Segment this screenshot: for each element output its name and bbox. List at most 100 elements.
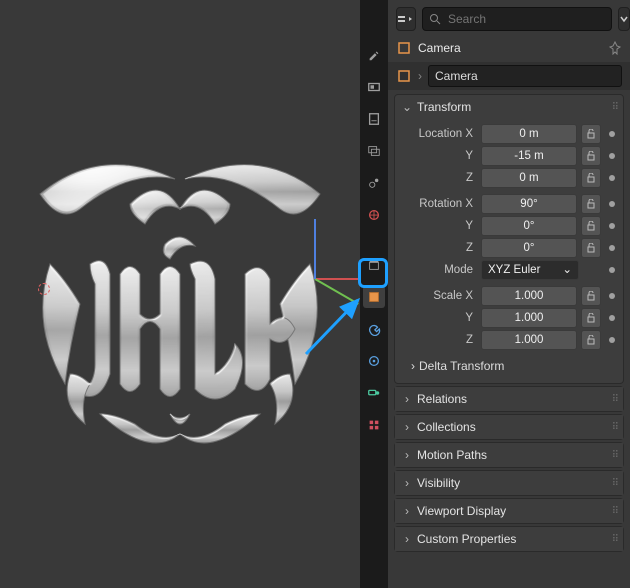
chevron-right-icon: ›	[401, 420, 413, 434]
object-properties-tab[interactable]	[363, 286, 385, 308]
modifiers-tab[interactable]	[363, 318, 385, 340]
properties-panel: Camera › Camera ⌄ Transform ⠿ Location X…	[388, 0, 630, 588]
chevron-right-icon: ›	[401, 532, 413, 546]
field-scale-z[interactable]: 1.000	[481, 330, 577, 350]
section-title: Custom Properties	[417, 532, 516, 546]
field-location-z[interactable]: 0 m	[481, 168, 577, 188]
section-header-viewport-display[interactable]: › Viewport Display ⠿	[395, 499, 623, 523]
section-custom-properties: › Custom Properties ⠿	[394, 526, 624, 552]
chevron-right-icon: ›	[418, 69, 422, 83]
object-icon	[396, 40, 412, 56]
section-title: Collections	[417, 420, 476, 434]
field-rotation-x[interactable]: 90°	[481, 194, 577, 214]
chevron-down-icon: ⌄	[401, 100, 413, 114]
drag-handle-icon[interactable]: ⠿	[612, 506, 617, 517]
lock-location-z[interactable]	[581, 168, 601, 188]
lock-rotation-y[interactable]	[581, 216, 601, 236]
keyframe-dot[interactable]	[609, 131, 615, 137]
lock-rotation-z[interactable]	[581, 238, 601, 258]
drag-handle-icon[interactable]: ⠿	[612, 394, 617, 405]
search-field[interactable]	[422, 7, 612, 31]
field-scale-x[interactable]: 1.000	[481, 286, 577, 306]
3d-viewport[interactable]	[0, 0, 360, 588]
chevron-right-icon: ›	[401, 448, 413, 462]
drag-handle-icon[interactable]: ⠿	[612, 450, 617, 461]
chevron-down-icon: ⌄	[562, 261, 572, 279]
chevron-right-icon: ›	[401, 392, 413, 406]
chevron-right-icon: ›	[411, 359, 415, 373]
lock-location-x[interactable]	[581, 124, 601, 144]
section-visibility: › Visibility ⠿	[394, 470, 624, 496]
lock-location-y[interactable]	[581, 146, 601, 166]
section-header-transform[interactable]: ⌄ Transform ⠿	[395, 95, 623, 119]
label-scale-y: Y	[401, 312, 477, 324]
section-title: Viewport Display	[417, 504, 506, 518]
label-location-z: Z	[401, 172, 477, 184]
pin-icon[interactable]	[608, 41, 622, 55]
field-location-x[interactable]: 0 m	[481, 124, 577, 144]
scene-tab[interactable]	[363, 172, 385, 194]
section-relations: › Relations ⠿	[394, 386, 624, 412]
field-rotation-mode[interactable]: XYZ Euler ⌄	[481, 260, 579, 280]
drag-handle-icon[interactable]: ⠿	[612, 478, 617, 489]
keyframe-dot[interactable]	[609, 315, 615, 321]
breadcrumb-label: Camera	[418, 41, 602, 55]
chevron-right-icon: ›	[401, 476, 413, 490]
data-tab[interactable]	[363, 414, 385, 436]
lock-scale-x[interactable]	[581, 286, 601, 306]
section-header-motion-paths[interactable]: › Motion Paths ⠿	[395, 443, 623, 467]
keyframe-dot[interactable]	[609, 175, 615, 181]
collection-tab[interactable]	[363, 254, 385, 276]
keyframe-dot[interactable]	[609, 337, 615, 343]
render-tab[interactable]	[363, 76, 385, 98]
lock-scale-y[interactable]	[581, 308, 601, 328]
section-title: Motion Paths	[417, 448, 487, 462]
keyframe-dot[interactable]	[609, 201, 615, 207]
keyframe-dot[interactable]	[609, 153, 615, 159]
lock-rotation-x[interactable]	[581, 194, 601, 214]
field-location-y[interactable]: -15 m	[481, 146, 577, 166]
panel-collapse-button[interactable]	[618, 7, 630, 31]
object-name-field[interactable]: Camera	[428, 65, 622, 87]
cyber-logo-art	[10, 114, 350, 474]
properties-tab-strip	[360, 0, 388, 588]
keyframe-dot[interactable]	[609, 223, 615, 229]
keyframe-dot[interactable]	[609, 293, 615, 299]
label-mode: Mode	[401, 264, 477, 276]
keyframe-dot[interactable]	[609, 245, 615, 251]
section-viewport-display: › Viewport Display ⠿	[394, 498, 624, 524]
search-icon	[429, 13, 441, 25]
physics-tab[interactable]	[363, 350, 385, 372]
label-location-y: Y	[401, 150, 477, 162]
object-icon	[396, 68, 412, 84]
section-header-visibility[interactable]: › Visibility ⠿	[395, 471, 623, 495]
label-rotation-y: Y	[401, 220, 477, 232]
keyframe-dot[interactable]	[609, 267, 615, 273]
section-header-relations[interactable]: › Relations ⠿	[395, 387, 623, 411]
field-rotation-y[interactable]: 0°	[481, 216, 577, 236]
tool-tab[interactable]	[363, 44, 385, 66]
section-header-custom-properties[interactable]: › Custom Properties ⠿	[395, 527, 623, 551]
section-header-collections[interactable]: › Collections ⠿	[395, 415, 623, 439]
subsection-delta-transform[interactable]: › Delta Transform	[401, 355, 617, 377]
search-input[interactable]	[446, 11, 605, 27]
label-scale-x: Scale X	[401, 290, 477, 302]
drag-handle-icon[interactable]: ⠿	[612, 534, 617, 545]
label-scale-z: Z	[401, 334, 477, 346]
field-scale-y[interactable]: 1.000	[481, 308, 577, 328]
lock-scale-z[interactable]	[581, 330, 601, 350]
section-collections: › Collections ⠿	[394, 414, 624, 440]
section-transform: ⌄ Transform ⠿ Location X 0 m Y -15 m	[394, 94, 624, 384]
field-rotation-z[interactable]: 0°	[481, 238, 577, 258]
object-breadcrumb: Camera	[388, 34, 630, 62]
world-tab[interactable]	[363, 204, 385, 226]
label-rotation-x: Rotation X	[401, 198, 477, 210]
drag-handle-icon[interactable]: ⠿	[612, 102, 617, 113]
constraints-tab[interactable]	[363, 382, 385, 404]
panel-options-button[interactable]	[396, 7, 416, 31]
output-tab[interactable]	[363, 108, 385, 130]
viewlayer-tab[interactable]	[363, 140, 385, 162]
section-title: Relations	[417, 392, 467, 406]
drag-handle-icon[interactable]: ⠿	[612, 422, 617, 433]
section-title: Visibility	[417, 476, 460, 490]
